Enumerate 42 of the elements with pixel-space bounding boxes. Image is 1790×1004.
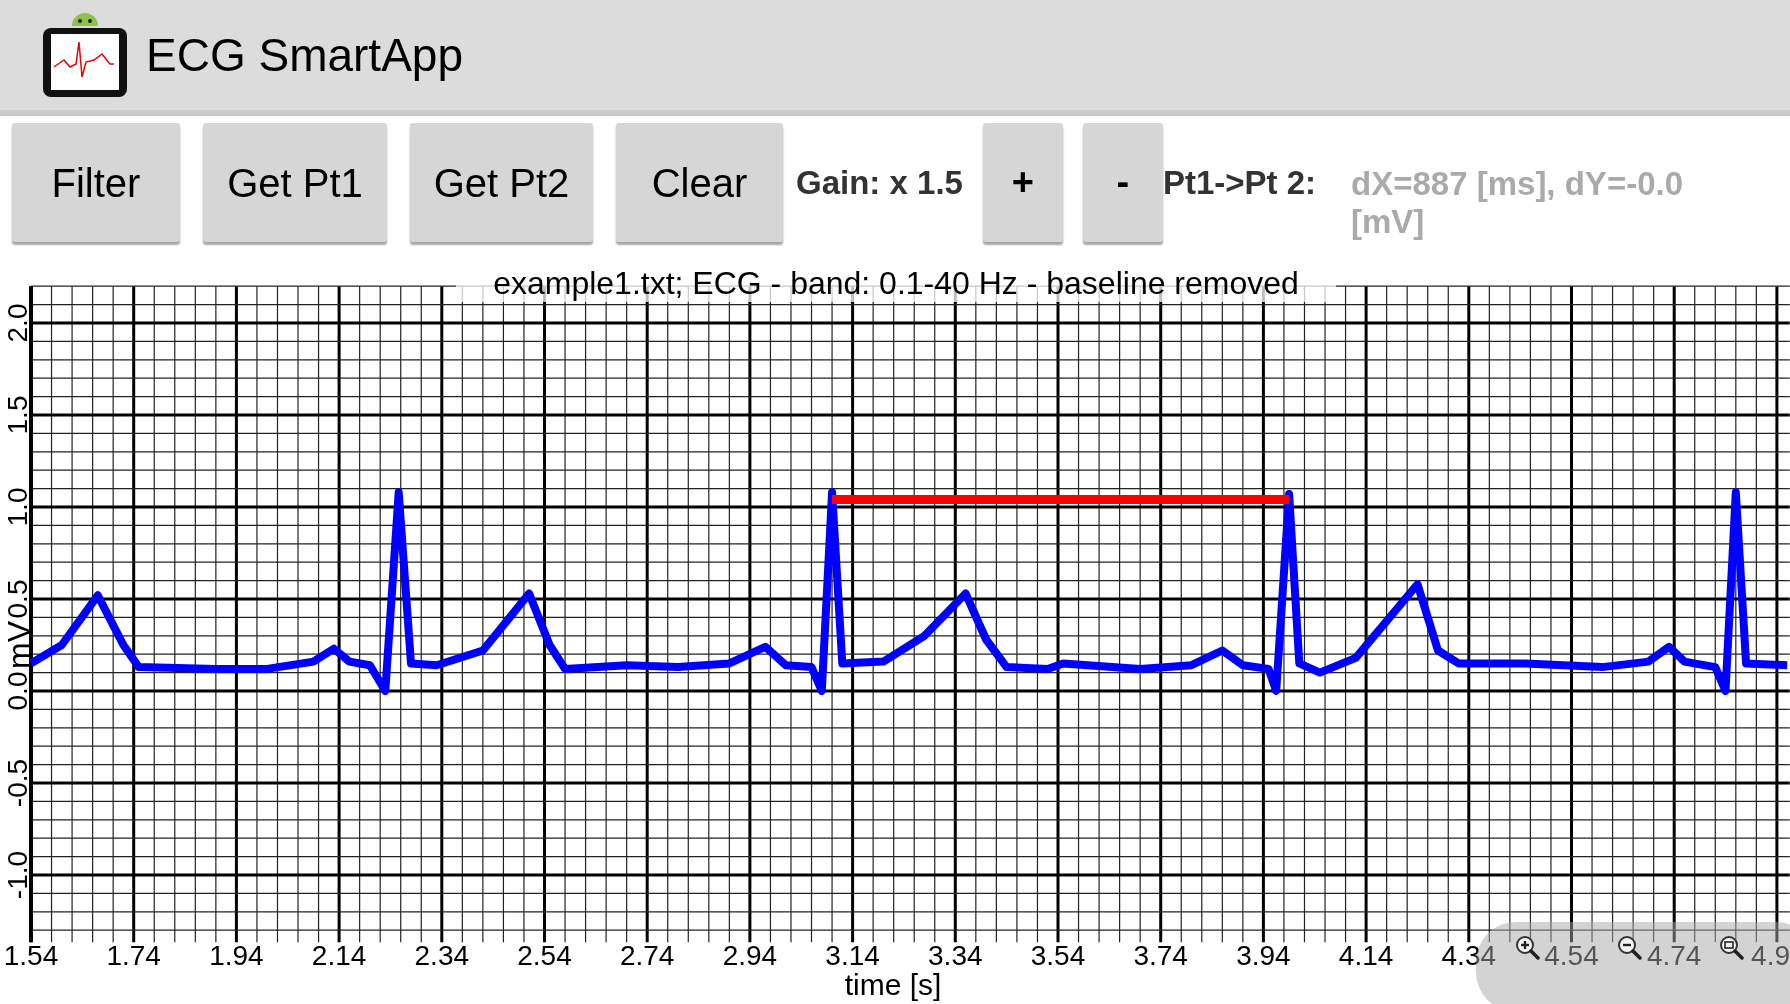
y-tick-label: 1.0 — [2, 487, 33, 527]
gain-button[interactable]: - — [1082, 123, 1163, 242]
app-title: ECG SmartApp — [146, 27, 463, 83]
x-tick-label: 1.54 — [3, 940, 59, 971]
toolbar-button[interactable]: Get Pt2 — [410, 123, 593, 242]
zoom-out-icon[interactable] — [1616, 934, 1642, 960]
measurement-readout: dX=887 [ms], dY=-0.0 [mV] — [1351, 164, 1684, 241]
x-tick-label: 3.74 — [1133, 940, 1188, 971]
x-tick-label: 2.54 — [517, 940, 572, 971]
x-tick-label: 3.34 — [928, 940, 983, 971]
y-tick-label: 0.5 — [2, 579, 33, 619]
x-tick-label: 1.74 — [106, 940, 161, 971]
x-tick-label: 4.54 — [1544, 940, 1599, 971]
x-tick-label: 3.54 — [1030, 940, 1086, 971]
toolbar-label: Pt1->Pt 2: — [1162, 162, 1317, 203]
chart-title: example1.txt; ECG - band: 0.1-40 Hz - baseline removed — [493, 265, 1299, 301]
x-tick-label: 4.14 — [1338, 940, 1394, 971]
y-tick-label: 2.0 — [2, 303, 33, 343]
y-tick-label: -1.0 — [2, 850, 33, 900]
x-tick-label: 2.14 — [311, 940, 367, 971]
x-tick-label: 3.14 — [825, 940, 880, 971]
x-axis-label: time [s] — [844, 968, 942, 1001]
y-tick-label: 0.0 — [2, 671, 33, 711]
toolbar-button[interactable]: Filter — [12, 123, 180, 242]
y-axis-label: mV — [1, 621, 37, 669]
app-logo-icon — [42, 12, 128, 98]
x-tick-label: 3.94 — [1236, 940, 1291, 971]
toolbar-button[interactable]: Clear — [616, 123, 783, 242]
x-tick-label: 4.9 — [1751, 940, 1790, 971]
toolbar-button[interactable]: Get Pt1 — [203, 123, 387, 242]
y-tick-label: -0.5 — [2, 758, 33, 808]
y-tick-label: 1.5 — [2, 395, 33, 435]
x-tick-label: 2.74 — [619, 940, 675, 971]
zoom-reset-icon[interactable] — [1718, 934, 1744, 960]
x-tick-label: 4.74 — [1646, 940, 1702, 971]
toolbar-label: Gain: x 1.5 — [796, 162, 963, 203]
x-tick-label: 4.34 — [1441, 940, 1497, 971]
gain-button[interactable]: + — [982, 123, 1063, 242]
zoom-in-icon[interactable] — [1514, 934, 1540, 960]
x-tick-label: 2.34 — [414, 940, 470, 971]
x-tick-label: 2.94 — [722, 940, 778, 971]
x-tick-label: 1.94 — [209, 940, 264, 971]
